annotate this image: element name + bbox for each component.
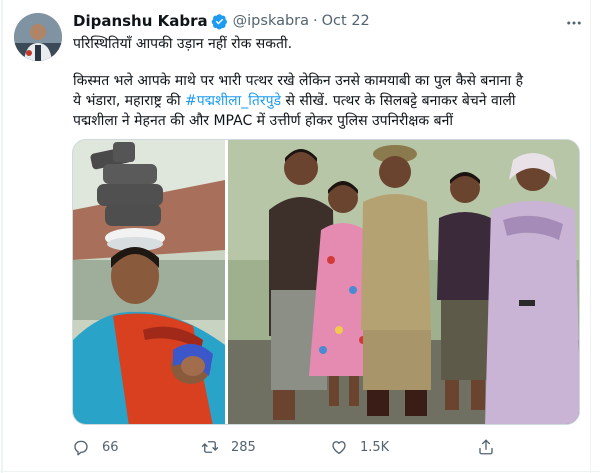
tweet-text-line: किस्मत भले आपके माथे पर भारी पत्थर रखे ल… [73, 73, 524, 89]
photo-collage [73, 140, 579, 424]
text-segment: से सीखें. पत्थर के सिलबट्टे बनाकर बेचने … [281, 93, 516, 109]
tweet-text-line: ये भंडारा, महाराष्ट्र की #पद्मशीला_तिरपु… [73, 91, 583, 111]
like-button[interactable]: 1.5K [330, 435, 389, 459]
hashtag-link[interactable]: #पद्मशीला_तिरपुडे [185, 93, 281, 109]
divider [1, 0, 3, 473]
panel-divider [225, 140, 228, 424]
share-button[interactable] [477, 435, 495, 459]
retweet-button[interactable]: 285 [201, 435, 256, 459]
verified-badge-icon [211, 13, 227, 29]
retweet-count: 285 [231, 439, 256, 455]
retweet-icon [201, 441, 219, 453]
right-photo-panel [228, 140, 579, 424]
like-count: 1.5K [360, 439, 390, 455]
author-name[interactable]: Dipanshu Kabra [73, 12, 208, 30]
divider [0, 471, 600, 472]
action-bar: 66 285 1.5K [72, 435, 512, 459]
more-horizontal-icon[interactable] [565, 14, 583, 32]
tweet-photo[interactable] [72, 139, 580, 425]
avatar[interactable] [14, 13, 62, 61]
author-handle[interactable]: @ipskabra [233, 13, 309, 29]
share-icon [479, 439, 493, 455]
left-photo-panel [73, 140, 225, 424]
text-segment: ये भंडारा, महाराष्ट्र की [73, 93, 186, 109]
separator: · [313, 13, 318, 29]
tweet-date[interactable]: Oct 22 [322, 13, 370, 29]
divider [590, 0, 591, 473]
reply-icon [74, 440, 88, 456]
reply-button[interactable]: 66 [72, 435, 119, 459]
tweet-card[interactable]: Dipanshu Kabra @ipskabra · Oct 22 परिस्थ… [0, 0, 600, 473]
tweet-text-line: पद्मशीला ने मेहनत की और MPAC में उत्तीर्… [73, 113, 454, 129]
heart-icon [332, 441, 346, 455]
reply-count: 66 [102, 439, 119, 455]
tweet-text-line: परिस्थितियाँ आपकी उड़ान नहीं रोक सकती. [73, 36, 293, 52]
